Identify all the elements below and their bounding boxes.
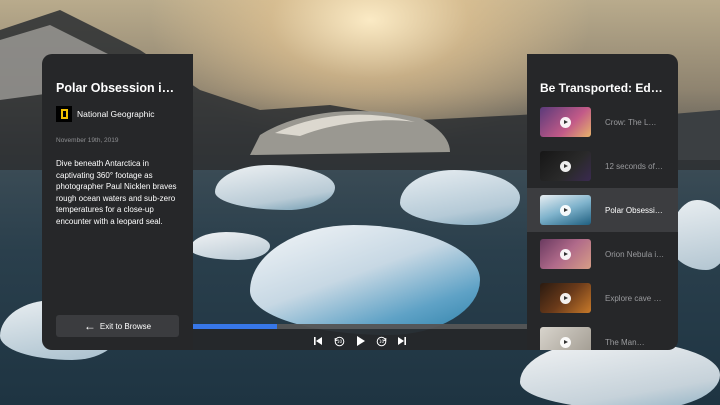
skip-next-icon[interactable] [396,335,408,347]
publish-date: November 19th, 2019 [56,137,119,144]
playlist-thumbnail [540,327,591,350]
svg-text:10: 10 [378,339,384,344]
playlist-panel: Be Transported: Edito… Crow: The L… 12 s… [527,54,678,350]
playlist-thumbnail [540,283,591,313]
exit-button-label: Exit to Browse [99,321,152,331]
playlist-item-label: 12 seconds of… [605,161,663,171]
arrow-left-icon: ← [83,319,96,333]
exit-to-browse-button[interactable]: ← Exit to Browse [56,315,179,337]
svg-text:10: 10 [336,339,342,344]
video-player-window: Polar Obsession in… National Geographic … [42,54,678,350]
playlist-item-label: The Man… [605,337,645,347]
play-icon [560,336,571,348]
play-icon [560,248,571,260]
play-icon [560,116,571,128]
playlist-thumbnail [540,239,591,269]
playlist-item[interactable]: Explore cave p… [527,276,678,320]
playlist-item-active[interactable]: Polar Obsessi… [527,188,678,232]
playlist-thumbnail [540,107,591,137]
control-buttons: 10 10 [193,334,527,348]
play-icon [560,204,571,216]
playlist-item[interactable]: The Man… [527,320,678,350]
playlist-item-label: Polar Obsessi… [605,205,663,215]
playlist-item-label: Crow: The L… [605,117,657,127]
progress-bar[interactable] [193,324,527,329]
play-icon [560,160,571,172]
playlist-item-label: Explore cave p… [605,293,665,303]
channel-name[interactable]: National Geographic [77,109,155,119]
skip-previous-icon[interactable] [312,335,324,347]
video-info-panel: Polar Obsession in… National Geographic … [42,54,193,350]
progress-fill [193,324,277,329]
playlist-thumbnail [540,151,591,181]
video-description: Dive beneath Antarctica in captivating 3… [56,159,177,226]
playlist-item[interactable]: Orion Nebula i… [527,232,678,276]
playback-controls: 10 10 [193,324,527,350]
playlist-title: Be Transported: Edito… [540,81,678,95]
video-title: Polar Obsession in… [56,81,179,95]
playlist-item[interactable]: Crow: The L… [527,100,678,144]
forward-10-icon[interactable]: 10 [375,335,387,347]
rewind-10-icon[interactable]: 10 [333,335,345,347]
national-geographic-logo-icon [56,106,72,122]
playlist-item[interactable]: 12 seconds of… [527,144,678,188]
channel-row[interactable]: National Geographic [56,106,179,122]
play-icon[interactable] [354,335,366,347]
playlist-thumbnail [540,195,591,225]
play-icon [560,292,571,304]
playlist-item-label: Orion Nebula i… [605,249,665,259]
